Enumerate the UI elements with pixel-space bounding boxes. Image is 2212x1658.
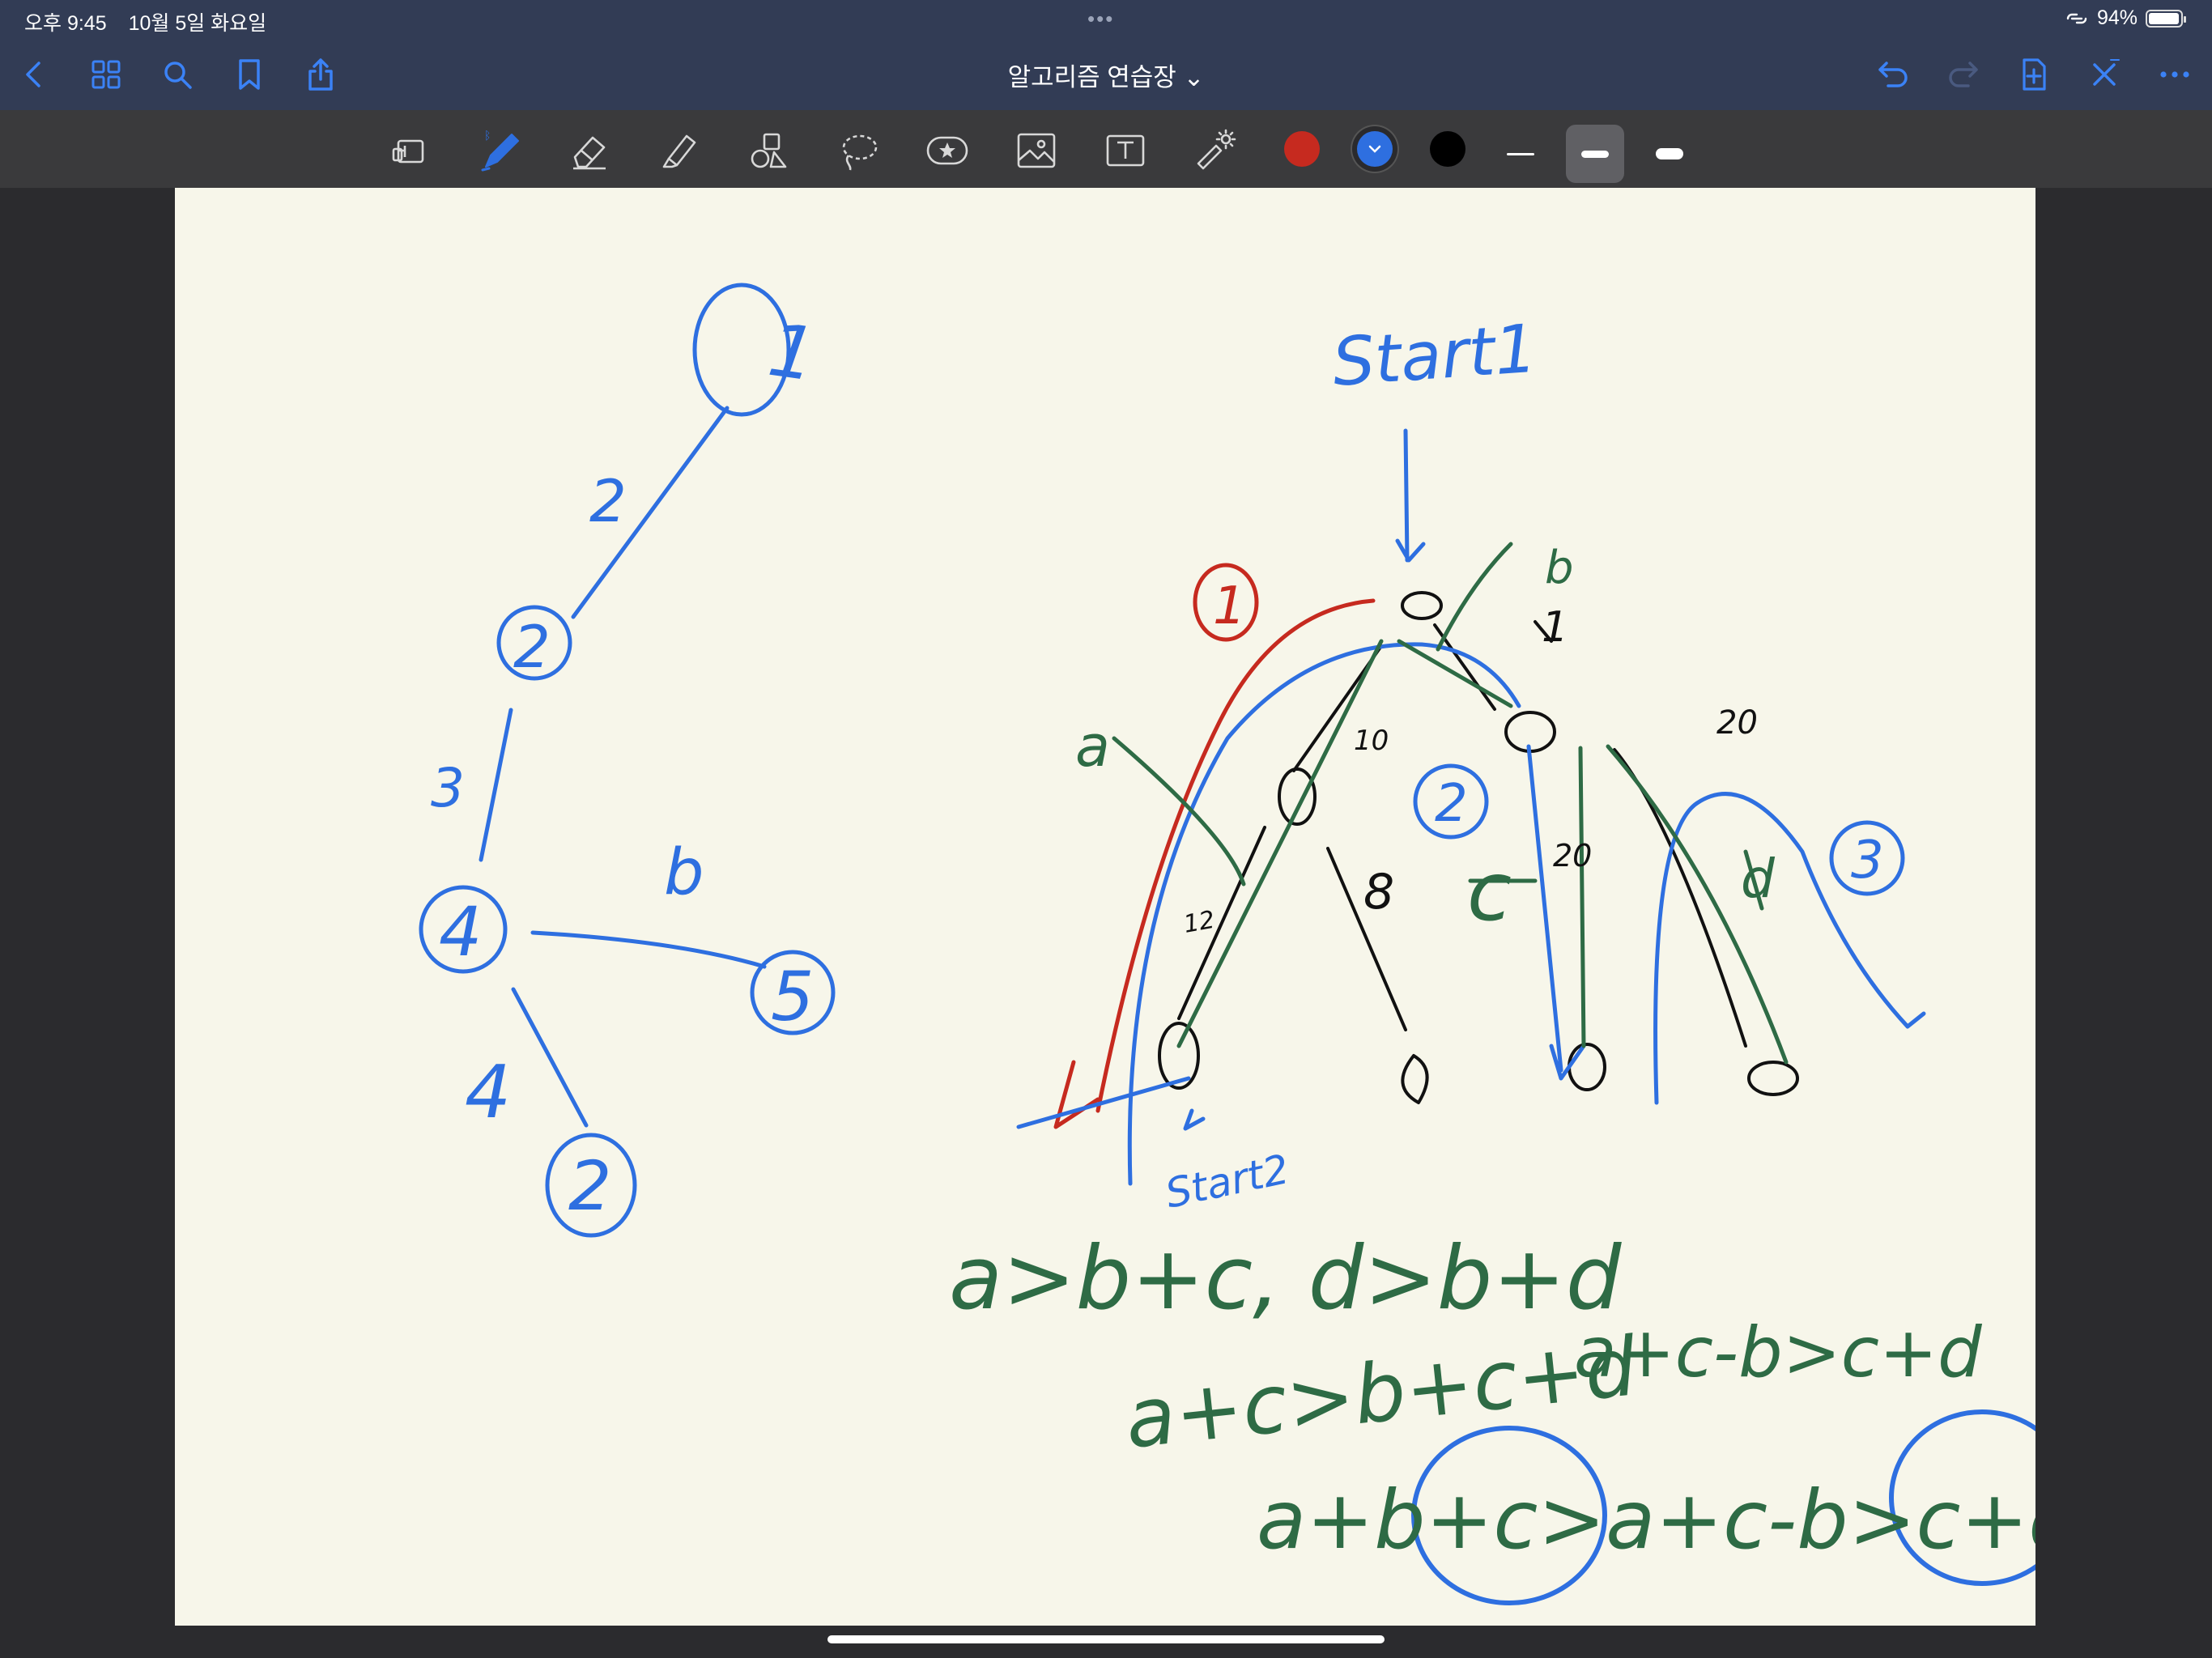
edge-label-20b: 20 (1716, 704, 1758, 742)
share-icon[interactable] (300, 53, 342, 96)
navigation-bar: 알고리즘 연습장 ⌄ (0, 39, 2212, 110)
pen-icon[interactable]: ᛒ (474, 125, 526, 176)
home-indicator[interactable] (827, 1635, 1385, 1643)
equation-3: a+c-b>c+d (1574, 1312, 1982, 1393)
var-a-label: a (1075, 713, 1110, 780)
shapes-icon[interactable] (743, 125, 795, 176)
stroke-thick-button[interactable] (1640, 125, 1699, 183)
status-bar: 오후 9:45 10월 5일 화요일 ••• 94% (0, 0, 2212, 39)
node-bottom-label: 2 (568, 1146, 611, 1226)
ink-layer: 1 2 2 3 4 b 5 4 2 Start1 Start2 1 2 3 10… (419, 283, 2035, 1605)
var-b-label: b (1545, 542, 1574, 594)
edge-label-8: 8 (1363, 864, 1394, 920)
thumbnails-grid-icon[interactable] (85, 53, 127, 96)
image-icon[interactable] (1010, 125, 1062, 176)
status-time: 오후 9:45 (24, 12, 107, 35)
back-icon[interactable] (13, 53, 55, 96)
start2-label: Start2 (1161, 1146, 1293, 1218)
undo-icon[interactable] (1872, 53, 1914, 96)
equation-1: a>b+c, d>b+d (949, 1228, 1623, 1329)
link-icon (2066, 13, 2087, 23)
edge-label-4: 4 (465, 1050, 511, 1135)
node2-label: 2 (513, 613, 551, 681)
stroke-thin-button[interactable] (1491, 125, 1550, 183)
var-d-label: d (1741, 848, 1776, 910)
drawing-toolbar: ᛒ (0, 110, 2212, 188)
edge-label-3: 3 (431, 757, 465, 819)
var-c-label: c (1467, 844, 1512, 939)
status-date: 10월 5일 화요일 (128, 12, 267, 35)
edge-label-1: 1 (1542, 603, 1568, 652)
multitasking-dots-icon[interactable]: ••• (1087, 6, 1114, 32)
node5-label: 5 (771, 957, 814, 1036)
stroke-medium-button[interactable] (1566, 125, 1624, 183)
svg-text:ᛒ: ᛒ (484, 130, 491, 142)
color-swatch-black[interactable] (1430, 131, 1465, 167)
circle-1-label: 1 (1213, 576, 1246, 636)
equation-4: a+b+c>a+c-b>c+d (1257, 1473, 2035, 1567)
highlighter-icon[interactable] (654, 125, 706, 176)
root-node (1401, 591, 1443, 620)
battery-icon (2146, 9, 2186, 28)
edge-label-b-left: b (664, 836, 704, 909)
edge-label-12: 12 (1181, 906, 1217, 939)
edge-label-2: 2 (589, 467, 627, 535)
circle-3-label: 3 (1851, 831, 1884, 891)
more-icon[interactable] (2154, 53, 2196, 96)
chevron-down-icon (1368, 145, 1381, 153)
eraser-icon[interactable] (564, 125, 615, 176)
close-pen-icon[interactable] (2083, 53, 2125, 96)
lasso-icon[interactable] (832, 125, 884, 176)
node4-label: 4 (439, 892, 482, 971)
color-swatch-blue-selected[interactable] (1357, 131, 1393, 167)
battery-percent: 94% (2096, 6, 2138, 29)
color-swatch-red[interactable] (1284, 131, 1320, 167)
node1-label: 1 (764, 308, 821, 398)
redo-icon[interactable] (1942, 53, 1984, 96)
edge-label-10: 10 (1354, 725, 1389, 757)
laser-pointer-icon[interactable] (1189, 125, 1240, 176)
bookmark-icon[interactable] (228, 53, 270, 96)
text-icon[interactable] (1100, 125, 1151, 176)
read-only-icon[interactable] (385, 125, 437, 176)
notebook-page[interactable]: 1 2 2 3 4 b 5 4 2 Start1 Start2 1 2 3 10… (175, 188, 2035, 1626)
search-icon[interactable] (156, 53, 198, 96)
elements-icon[interactable] (921, 125, 973, 176)
add-page-icon[interactable] (2013, 53, 2055, 96)
start1-label: Start1 (1330, 311, 1540, 402)
circle-2-label: 2 (1435, 774, 1468, 834)
edge-label-20a: 20 (1553, 838, 1592, 874)
